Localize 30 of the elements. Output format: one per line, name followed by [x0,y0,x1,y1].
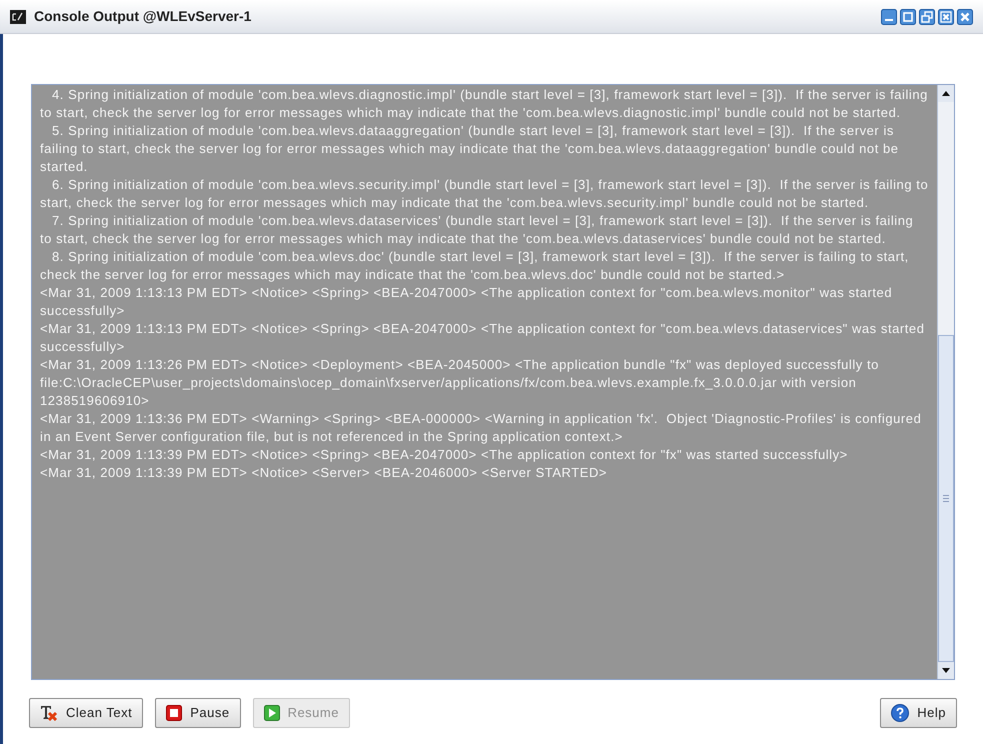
clean-text-button[interactable]: Clean Text [29,698,144,728]
clear-text-icon [40,705,58,721]
close-icon[interactable] [957,8,973,24]
scroll-down-icon[interactable] [938,662,954,679]
detach-icon[interactable] [938,8,954,24]
minimize-icon[interactable] [881,8,897,24]
scroll-up-icon[interactable] [938,85,954,102]
stop-icon [166,705,182,721]
log-entry: 5. Spring initialization of module 'com.bea.wlevs.dataaggregation' (bundle start level = [3], framework start level = [3]). If the server is failing to start, check the server log for error messages which may indicate that the 'com.bea.wlevs.dataaggregation' bundle could not be started. [40,122,900,176]
log-entry: <Mar 31, 2009 1:13:36 PM EDT> <Warning> <Spring> <BEA-000000> <Warning in application 'fx'. Object 'Diagnostic-Profiles' is configured in an Event Server configuration file, but is not referenced in the Spring application context.> [40,410,922,446]
log-entry: 6. Spring initialization of module 'com.bea.wlevs.security.impl' (bundle start level = [3], framework start level = [3]). If the server is failing to start, check the server log for error messages which may indicate that the 'com.bea.wlevs.security.impl' bundle could not be started. [40,176,929,212]
play-icon [264,705,280,721]
window-title: Console Output @WLEvServer-1 [34,7,252,26]
console-icon [10,10,26,24]
pause-button[interactable]: Pause [155,698,241,728]
grip-icon [943,495,949,502]
log-entry: 7. Spring initialization of module 'com.bea.wlevs.dataservices' (bundle start level = [3], framework start level = [3]). If the server is failing to start, check the server log for error messages which may indicate that the 'com.bea.wlevs.dataservices' bundle could not be started. [40,212,914,248]
restore-icon[interactable] [919,8,935,24]
log-entry: 4. Spring initialization of module 'com.bea.wlevs.diagnostic.impl' (bundle start level = [3], framework start level = [3]). If the server is failing to start, check the server log for error messages which may indicate that the 'com.bea.wlevs.diagnostic.impl' bundle could not be started. [40,86,929,122]
log-entry: <Mar 31, 2009 1:13:13 PM EDT> <Notice> <Spring> <BEA-2047000> <The application context for "com.bea.wlevs.dataservices" was started successfully> [40,320,926,356]
help-icon [891,704,910,722]
log-entry: <Mar 31, 2009 1:13:26 PM EDT> <Notice> <Deployment> <BEA-2045000> <The application bundle "fx" was deployed successfully to file:C:\OracleCEP\user_projects\domains\ocep_domain\fxserver/applications/fx/com.bea.wlevs.example.fx_3.0.0.0.jar with version 1238519606910> [40,356,880,410]
help-button[interactable]: Help [880,698,957,728]
scrollbar[interactable] [937,85,954,679]
scroll-thumb[interactable] [938,335,954,662]
log-entry: <Mar 31, 2009 1:13:39 PM EDT> <Notice> <Spring> <BEA-2047000> <The application context for "fx" was started successfully> [40,446,849,464]
log-entry: <Mar 31, 2009 1:13:13 PM EDT> <Notice> <Spring> <BEA-2047000> <The application context for "com.bea.wlevs.monitor" was started successfully> [40,284,894,320]
maximize-icon[interactable] [900,8,916,24]
log-entry: 8. Spring initialization of module 'com.bea.wlevs.doc' (bundle start level = [3], framework start level = [3]). If the server is failing to start, check the server log for error messages which may indicate that the 'com.bea.wlevs.doc' bundle could not be started.> [40,248,910,284]
log-entry: <Mar 31, 2009 1:13:39 PM EDT> <Notice> <Server> <BEA-2046000> <Server STARTED> [40,464,608,482]
